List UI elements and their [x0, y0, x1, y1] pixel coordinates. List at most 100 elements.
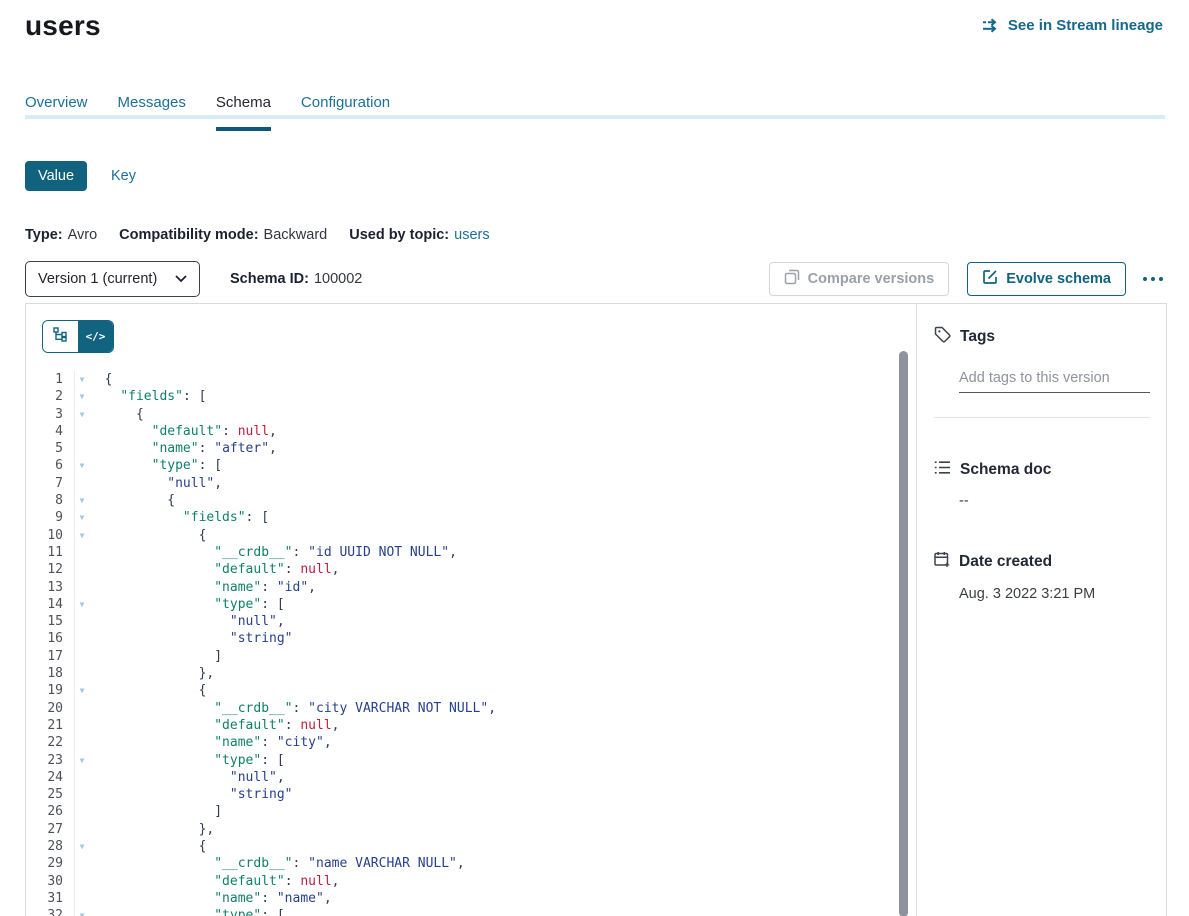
tab-messages[interactable]: Messages	[118, 94, 186, 127]
tab-schema[interactable]: Schema	[216, 94, 271, 127]
fold-arrow-icon[interactable]: ▼	[75, 406, 89, 423]
fold-spacer	[75, 665, 89, 682]
fold-arrow-icon[interactable]: ▼	[75, 457, 89, 474]
line-number: 7	[26, 475, 75, 492]
fold-spacer	[75, 475, 89, 492]
line-number: 26	[26, 803, 75, 820]
code-text: "string"	[89, 630, 293, 647]
code-text: },	[89, 665, 214, 682]
fold-spacer	[75, 648, 89, 665]
tree-view-button[interactable]	[43, 321, 78, 352]
evolve-schema-button[interactable]: Evolve schema	[967, 262, 1126, 296]
schema-code-editor[interactable]: 1▼ {2▼ "fields": [3▼ {4 "default": null,…	[26, 371, 916, 916]
line-number: 4	[26, 423, 75, 440]
stream-lineage-link[interactable]: See in Stream lineage	[982, 17, 1163, 34]
line-number: 27	[26, 821, 75, 838]
fold-spacer	[75, 734, 89, 751]
view-toggle: </>	[42, 320, 114, 353]
editor-scrollbar-thumb[interactable]	[899, 351, 908, 916]
code-line: 21 "default": null,	[26, 717, 916, 734]
line-number: 3	[26, 406, 75, 423]
code-text: "type": [	[89, 457, 222, 474]
value-tab-button[interactable]: Value	[25, 161, 87, 191]
fold-arrow-icon[interactable]: ▼	[75, 907, 89, 916]
fold-arrow-icon[interactable]: ▼	[75, 838, 89, 855]
code-line: 7 "null",	[26, 475, 916, 492]
code-lines: 1▼ {2▼ "fields": [3▼ {4 "default": null,…	[26, 371, 916, 916]
line-number: 21	[26, 717, 75, 734]
code-line: 25 "string"	[26, 786, 916, 803]
code-text: {	[89, 406, 144, 423]
code-line: 27 },	[26, 821, 916, 838]
fold-spacer	[75, 579, 89, 596]
line-number: 28	[26, 838, 75, 855]
page-header: users See in Stream lineage	[0, 0, 1189, 42]
line-number: 9	[26, 509, 75, 526]
used-by-topic-field: Used by topic: users	[349, 227, 489, 243]
line-number: 23	[26, 752, 75, 769]
line-number: 19	[26, 682, 75, 699]
line-number: 17	[26, 648, 75, 665]
code-line: 29 "__crdb__": "name VARCHAR NULL",	[26, 855, 916, 872]
fold-spacer	[75, 803, 89, 820]
schema-page: users See in Stream lineage Overview Mes…	[0, 0, 1189, 916]
line-number: 20	[26, 700, 75, 717]
used-by-topic-label: Used by topic:	[349, 227, 449, 243]
tabs-underline	[25, 115, 1165, 119]
code-line: 18 },	[26, 665, 916, 682]
fold-arrow-icon[interactable]: ▼	[75, 596, 89, 613]
list-icon	[934, 460, 951, 480]
fold-spacer	[75, 873, 89, 890]
line-number: 30	[26, 873, 75, 890]
tab-overview[interactable]: Overview	[25, 94, 88, 127]
code-text: "__crdb__": "id UUID NOT NULL",	[89, 544, 457, 561]
line-number: 12	[26, 561, 75, 578]
used-by-topic-link[interactable]: users	[454, 227, 489, 243]
fold-arrow-icon[interactable]: ▼	[75, 509, 89, 526]
fold-arrow-icon[interactable]: ▼	[75, 388, 89, 405]
code-line: 19▼ {	[26, 682, 916, 699]
fold-arrow-icon[interactable]: ▼	[75, 682, 89, 699]
line-number: 13	[26, 579, 75, 596]
compatibility-label: Compatibility mode:	[119, 227, 258, 243]
fold-spacer	[75, 561, 89, 578]
tree-view-icon	[53, 327, 68, 347]
fold-spacer	[75, 821, 89, 838]
tags-input-wrap	[934, 368, 1150, 393]
line-number: 29	[26, 855, 75, 872]
code-text: "type": [	[89, 907, 285, 916]
schema-panel: </> 1▼ {2▼ "fields": [3▼ {4 "default": n…	[25, 303, 1167, 916]
fold-spacer	[75, 890, 89, 907]
compare-icon	[784, 269, 800, 289]
fold-arrow-icon[interactable]: ▼	[75, 371, 89, 388]
line-number: 5	[26, 440, 75, 457]
schema-sidebar: Tags Schema doc --	[917, 304, 1166, 916]
code-line: 6▼ "type": [	[26, 457, 916, 474]
more-options-button[interactable]	[1141, 271, 1165, 287]
tab-configuration[interactable]: Configuration	[301, 94, 390, 127]
fold-spacer	[75, 544, 89, 561]
code-line: 15 "null",	[26, 613, 916, 630]
code-line: 23▼ "type": [	[26, 752, 916, 769]
fold-arrow-icon[interactable]: ▼	[75, 752, 89, 769]
line-number: 22	[26, 734, 75, 751]
version-select[interactable]: Version 1 (current)	[25, 261, 200, 297]
fold-arrow-icon[interactable]: ▼	[75, 527, 89, 544]
code-line: 24 "null",	[26, 769, 916, 786]
fold-arrow-icon[interactable]: ▼	[75, 492, 89, 509]
fold-spacer	[75, 423, 89, 440]
code-line: 13 "name": "id",	[26, 579, 916, 596]
code-line: 31 "name": "name",	[26, 890, 916, 907]
stream-lineage-icon	[982, 18, 1001, 33]
schema-meta-row: Type:Avro Compatibility mode:Backward Us…	[0, 227, 1189, 243]
code-line: 26 ]	[26, 803, 916, 820]
line-number: 6	[26, 457, 75, 474]
line-number: 2	[26, 388, 75, 405]
tags-input[interactable]	[959, 368, 1150, 393]
fold-spacer	[75, 700, 89, 717]
fold-spacer	[75, 440, 89, 457]
chevron-down-icon	[175, 271, 187, 287]
key-tab-button[interactable]: Key	[111, 168, 136, 184]
compare-versions-button[interactable]: Compare versions	[769, 262, 950, 296]
code-view-button[interactable]: </>	[78, 321, 113, 352]
